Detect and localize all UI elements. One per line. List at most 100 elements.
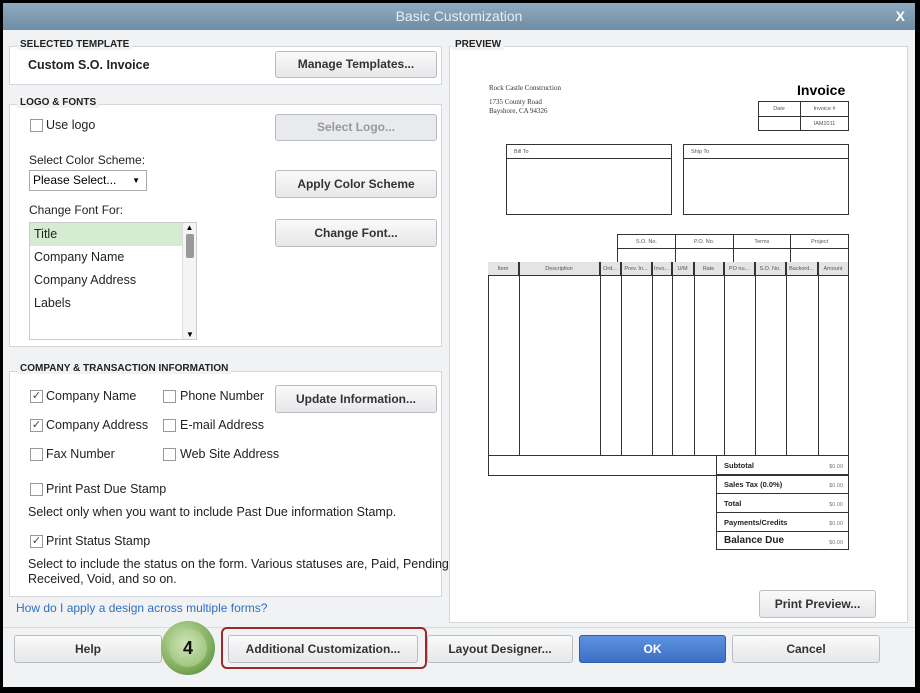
color-scheme-label: Select Color Scheme:: [29, 153, 146, 167]
logo-fonts-heading: LOGO & FONTS: [17, 97, 100, 108]
po-no-header: P.O. No.: [675, 235, 733, 249]
past-due-label: Print Past Due Stamp: [46, 482, 167, 496]
item-col-header: Description: [519, 262, 600, 276]
item-col-header: Item: [488, 262, 519, 276]
past-due-note: Select only when you want to include Pas…: [28, 505, 397, 519]
status-note-line2: Received, Void, and so on.: [28, 572, 177, 586]
total-row: Payments/Credits $0.00: [716, 513, 849, 532]
invoice-number: IAM2011: [813, 121, 836, 127]
scroll-thumb[interactable]: [185, 234, 194, 258]
status-note-line1: Select to include the status on the form…: [28, 557, 453, 571]
apply-color-scheme-button[interactable]: Apply Color Scheme: [275, 170, 437, 198]
company-name-checkbox[interactable]: ✓: [30, 390, 43, 403]
item-col-header: S.O. No.: [755, 262, 786, 276]
company-info-heading: COMPANY & TRANSACTION INFORMATION: [17, 363, 232, 374]
manage-templates-button[interactable]: Manage Templates...: [275, 51, 437, 78]
phone-checkbox[interactable]: [163, 390, 176, 403]
use-logo-label: Use logo: [46, 118, 96, 132]
item-col-header: Invo...: [652, 262, 672, 276]
item-col-divider: [600, 262, 601, 455]
item-col-header: Amount: [818, 262, 849, 276]
preview-address2: Bayshore, CA 94326: [489, 107, 548, 115]
status-stamp-checkbox[interactable]: ✓: [30, 535, 43, 548]
layout-designer-button[interactable]: Layout Designer...: [427, 635, 573, 663]
item-col-divider: [786, 262, 787, 455]
status-stamp-label: Print Status Stamp: [46, 534, 151, 548]
font-item-list[interactable]: Title Company Name Company Address Label…: [29, 222, 197, 340]
total-row: Subtotal $0.00: [716, 456, 849, 475]
phone-label: Phone Number: [180, 389, 265, 403]
scroll-up-icon[interactable]: ▲: [183, 223, 196, 232]
font-item-company-address[interactable]: Company Address: [30, 269, 196, 292]
total-label: Sales Tax (0.0%): [724, 480, 783, 489]
template-name: Custom S.O. Invoice: [28, 58, 150, 72]
item-col-divider: [818, 262, 819, 455]
color-scheme-select[interactable]: Please Select... ▼: [29, 170, 147, 191]
font-item-title[interactable]: Title: [30, 223, 196, 246]
item-col-header: PO nu...: [724, 262, 755, 276]
cancel-button[interactable]: Cancel: [732, 635, 880, 663]
change-font-button[interactable]: Change Font...: [275, 219, 437, 247]
total-label: Subtotal: [724, 461, 754, 470]
preview-heading: PREVIEW: [452, 39, 505, 50]
help-link[interactable]: How do I apply a design across multiple …: [16, 601, 267, 615]
item-col-divider: [621, 262, 622, 455]
select-logo-button[interactable]: Select Logo...: [275, 114, 437, 141]
scroll-down-icon[interactable]: ▼: [183, 330, 197, 339]
info-cols-box: S.O. No. P.O. No. Terms Project: [617, 234, 849, 264]
website-checkbox[interactable]: [163, 448, 176, 461]
total-label: Total: [724, 499, 742, 508]
total-value: $0.00: [829, 483, 843, 489]
total-value: $0.00: [829, 540, 843, 546]
preview-address1: 1735 County Road: [489, 98, 542, 106]
item-col-header: U/M: [672, 262, 694, 276]
total-value: $0.00: [829, 521, 843, 527]
window-title: Basic Customization: [395, 8, 523, 24]
preview-doc-title: Invoice: [797, 82, 846, 98]
items-table: [488, 262, 849, 476]
item-col-header: Prev. In...: [621, 262, 652, 276]
email-checkbox[interactable]: [163, 419, 176, 432]
item-col-header: Ord...: [600, 262, 621, 276]
additional-customization-button[interactable]: Additional Customization...: [228, 635, 418, 663]
print-preview-button[interactable]: Print Preview...: [759, 590, 876, 618]
company-address-label: Company Address: [46, 418, 149, 432]
total-value: $0.00: [829, 502, 843, 508]
basic-customization-window: Basic Customization X SELECTED TEMPLATE C…: [3, 3, 915, 687]
selected-template-heading: SELECTED TEMPLATE: [17, 39, 133, 50]
company-address-checkbox[interactable]: ✓: [30, 419, 43, 432]
bill-to-box: Bill To: [506, 144, 672, 215]
fax-checkbox[interactable]: [30, 448, 43, 461]
ship-to-label: Ship To: [684, 145, 848, 159]
past-due-checkbox[interactable]: [30, 483, 43, 496]
total-value: $0.00: [829, 464, 843, 470]
invoice-label: Invoice #: [813, 106, 836, 112]
bill-to-label: Bill To: [507, 145, 671, 159]
website-label: Web Site Address: [180, 447, 280, 461]
step-number: 4: [169, 629, 207, 667]
item-col-divider: [519, 262, 520, 455]
project-header: Project: [791, 235, 848, 249]
close-icon[interactable]: X: [896, 3, 905, 30]
preview-company: Rock Castle Construction: [489, 84, 561, 92]
item-col-divider: [724, 262, 725, 455]
date-label: Date: [773, 106, 785, 112]
use-logo-checkbox[interactable]: [30, 119, 43, 132]
item-col-divider: [755, 262, 756, 455]
font-item-company-name[interactable]: Company Name: [30, 246, 196, 269]
update-information-button[interactable]: Update Information...: [275, 385, 437, 413]
font-item-labels[interactable]: Labels: [30, 292, 196, 315]
item-col-divider: [652, 262, 653, 455]
change-font-label: Change Font For:: [29, 203, 124, 217]
ok-button[interactable]: OK: [579, 635, 726, 663]
chevron-down-icon: ▼: [132, 176, 140, 185]
email-label: E-mail Address: [180, 418, 265, 432]
item-col-header: Rate: [694, 262, 724, 276]
help-button[interactable]: Help: [14, 635, 162, 663]
total-label: Balance Due: [724, 535, 785, 546]
company-name-label: Company Name: [46, 389, 137, 403]
color-scheme-value: Please Select...: [33, 173, 117, 187]
total-row: Sales Tax (0.0%) $0.00: [716, 475, 849, 494]
scrollbar[interactable]: ▲ ▼: [182, 223, 196, 339]
total-row: Total $0.00: [716, 494, 849, 513]
